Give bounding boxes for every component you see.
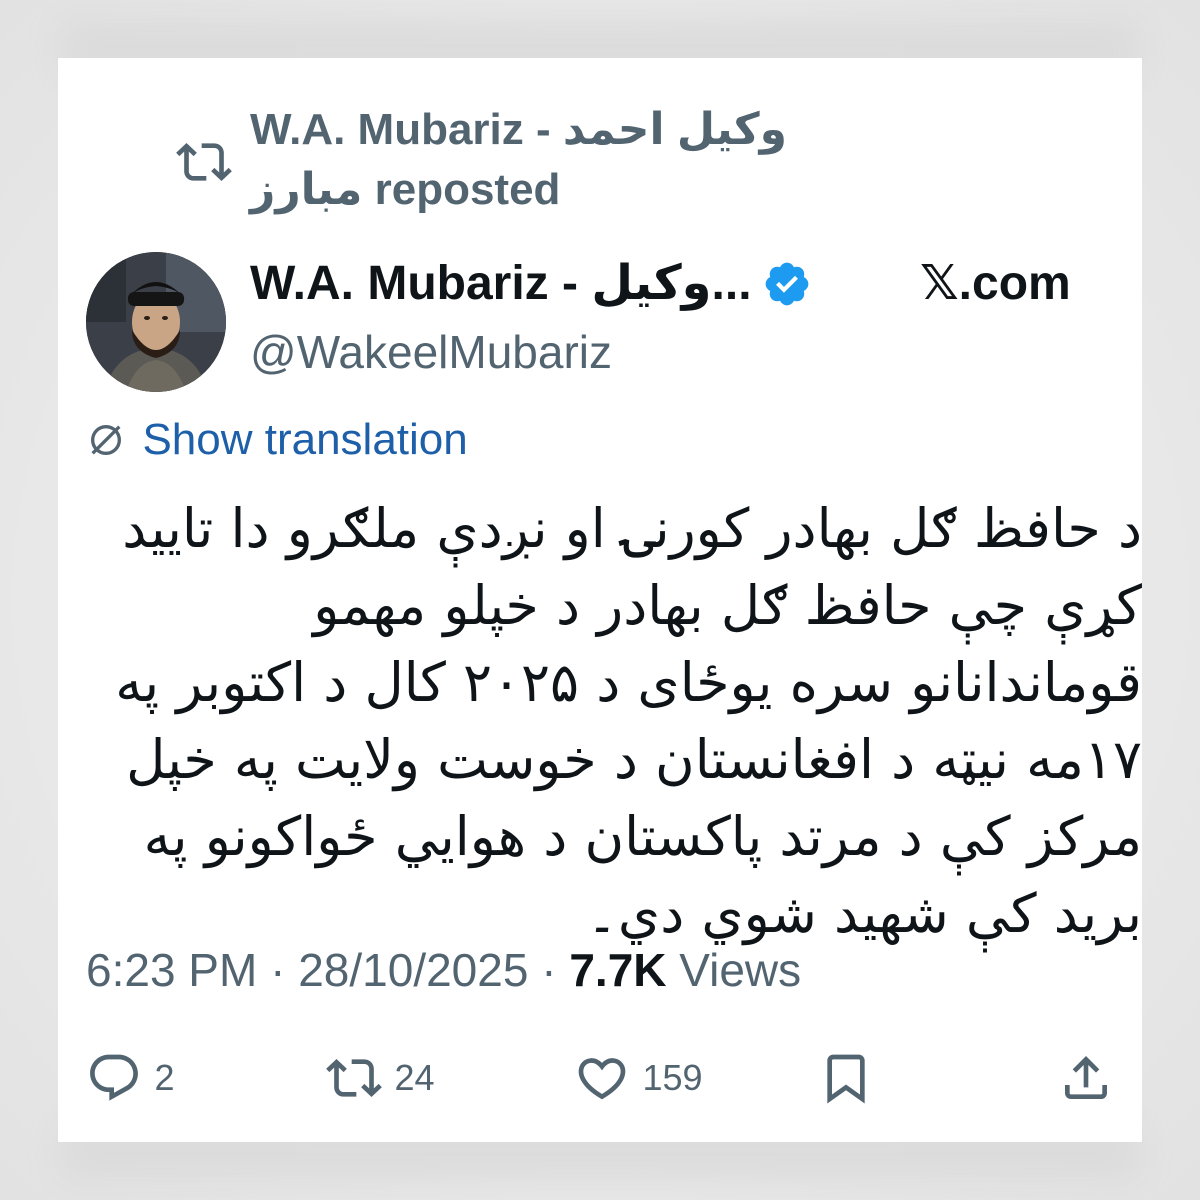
heart-icon	[578, 1058, 626, 1100]
meta-separator: ·	[270, 944, 286, 996]
tweet-meta: 6:23 PM · 28/10/2025 · 7.7K Views	[86, 935, 801, 1005]
screenshot-frame: W.A. Mubariz - وکیل احمد مبارز reposted …	[0, 0, 1200, 1200]
share-button[interactable]	[1058, 1050, 1114, 1130]
repost-icon	[326, 1059, 382, 1097]
reply-icon	[90, 1054, 138, 1101]
globe-icon	[91, 425, 121, 455]
reply-button[interactable]: 2	[86, 1050, 174, 1130]
author-handle[interactable]: @WakeelMubariz	[250, 322, 612, 382]
avatar[interactable]	[86, 252, 226, 392]
repost-button[interactable]: 24	[326, 1050, 435, 1130]
repost-icon	[176, 143, 232, 181]
reply-count: 2	[154, 1057, 175, 1098]
author-display-name[interactable]: W.A. Mubariz - وکیل...	[250, 252, 752, 316]
meta-separator: ·	[541, 944, 557, 996]
repost-count: 24	[394, 1057, 435, 1098]
profile-photo	[86, 252, 226, 392]
repost-line-2: مبارز reposted	[250, 165, 561, 214]
x-brand-label: 𝕏.com	[920, 257, 1071, 310]
tweet-time[interactable]: 6:23 PM	[86, 944, 257, 996]
repost-line-1: W.A. Mubariz - وکیل احمد	[250, 105, 787, 154]
tweet-text: د حافظ ګل بهادر کورنۍ او نږدې ملګرو دا ت…	[115, 497, 1142, 945]
show-translation-link[interactable]: Show translation	[86, 410, 468, 470]
bookmark-icon	[827, 1054, 865, 1104]
tweet-actions: 2 24 159	[86, 1050, 1126, 1130]
views-count: 7.7K	[569, 944, 667, 996]
share-icon	[1065, 1056, 1107, 1099]
tweet-date[interactable]: 28/10/2025	[298, 944, 528, 996]
repost-text[interactable]: W.A. Mubariz - وکیل احمد مبارز reposted	[250, 100, 810, 220]
author-name-row[interactable]: W.A. Mubariz - وکیل...	[250, 252, 890, 316]
like-button[interactable]: 159	[574, 1050, 703, 1130]
like-count: 159	[642, 1057, 703, 1098]
views-label: Views	[679, 944, 802, 996]
verified-badge-icon	[765, 262, 809, 306]
show-translation-label: Show translation	[142, 415, 468, 464]
repost-header: W.A. Mubariz - وکیل احمد مبارز reposted	[170, 100, 810, 220]
bookmark-button[interactable]	[818, 1050, 874, 1130]
